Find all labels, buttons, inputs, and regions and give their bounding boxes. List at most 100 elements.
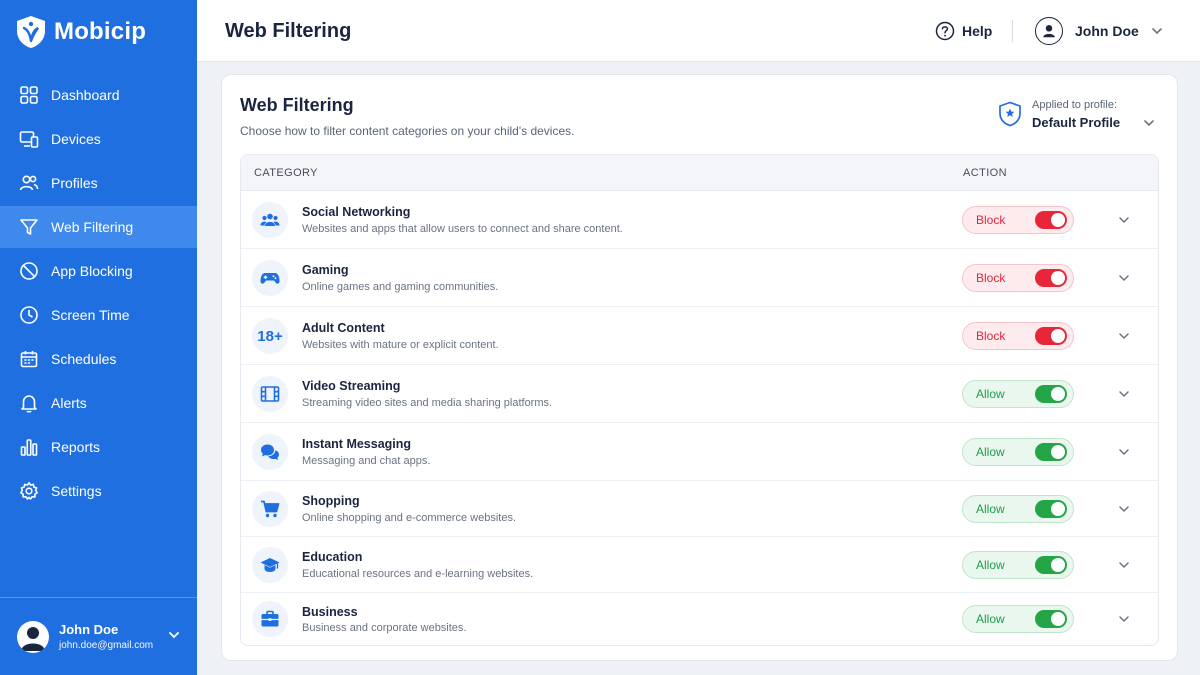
help-label: Help — [962, 23, 993, 39]
category-name: Education — [302, 550, 363, 564]
action-label: Allow — [976, 612, 1005, 626]
expand-chevron-icon[interactable] — [1117, 213, 1131, 227]
profile-caption: Applied to profile: — [1032, 99, 1117, 111]
category-description: Streaming video sites and media sharing … — [302, 397, 553, 409]
expand-chevron-icon[interactable] — [1117, 558, 1131, 572]
sidebar-item-devices[interactable]: Devices — [0, 118, 197, 160]
devices-icon — [19, 131, 39, 148]
sidebar-item-label: App Blocking — [51, 263, 133, 279]
sidebar-item-label: Profiles — [51, 175, 98, 191]
profile-selector[interactable]: Applied to profile: Default Profile — [998, 97, 1160, 133]
age-18-icon-text: 18+ — [257, 327, 283, 345]
card-subtitle: Choose how to filter content categories … — [240, 124, 575, 138]
toggle-switch — [1035, 211, 1067, 229]
action-toggle[interactable]: Allow — [962, 551, 1074, 579]
action-toggle[interactable]: Allow — [962, 495, 1074, 523]
table-row: Instant Messaging Messaging and chat app… — [241, 423, 1158, 481]
category-name: Adult Content — [302, 321, 385, 335]
category-icon — [252, 434, 288, 470]
table-row: Shopping Online shopping and e-commerce … — [241, 481, 1158, 537]
sidebar-item-schedules[interactable]: Schedules — [0, 338, 197, 380]
category-description: Websites and apps that allow users to co… — [302, 223, 623, 235]
toggle-switch — [1035, 556, 1067, 574]
expand-chevron-icon[interactable] — [1117, 612, 1131, 626]
action-toggle[interactable]: Block — [962, 322, 1074, 350]
chevron-down-icon[interactable] — [167, 628, 181, 642]
sidebar-item-label: Devices — [51, 131, 101, 147]
toggle-switch — [1035, 327, 1067, 345]
category-table: CATEGORY ACTION Social Networking Websit… — [240, 154, 1159, 646]
user-avatar-icon — [21, 626, 45, 651]
action-toggle[interactable]: Block — [962, 206, 1074, 234]
action-toggle[interactable]: Allow — [962, 438, 1074, 466]
action-label: Block — [976, 213, 1006, 227]
sidebar-item-settings[interactable]: Settings — [0, 470, 197, 512]
expand-chevron-icon[interactable] — [1117, 502, 1131, 516]
action-label: Allow — [976, 445, 1005, 459]
shield-logo-icon — [17, 16, 45, 48]
category-name: Gaming — [302, 263, 349, 277]
bar-chart-icon — [20, 439, 38, 456]
expand-chevron-icon[interactable] — [1117, 271, 1131, 285]
dashboard-icon — [20, 86, 38, 104]
user-name: John Doe — [1075, 23, 1139, 39]
category-name: Social Networking — [302, 205, 411, 219]
action-toggle[interactable]: Block — [962, 264, 1074, 292]
bell-icon — [21, 395, 37, 413]
sidebar-item-label: Settings — [51, 483, 102, 499]
profiles-icon — [19, 175, 39, 191]
action-label: Block — [976, 271, 1006, 285]
sidebar-item-label: Screen Time — [51, 307, 130, 323]
sidebar-item-alerts[interactable]: Alerts — [0, 382, 197, 424]
briefcase-icon — [261, 610, 279, 627]
table-row: Social Networking Websites and apps that… — [241, 191, 1158, 249]
category-name: Instant Messaging — [302, 437, 412, 451]
action-toggle[interactable]: Allow — [962, 605, 1074, 633]
chevron-down-icon — [1151, 28, 1162, 35]
category-description: Websites with mature or explicit content… — [302, 339, 499, 351]
sidebar-item-dashboard[interactable]: Dashboard — [0, 74, 197, 116]
sidebar-item-label: Dashboard — [51, 87, 120, 103]
brand-name: Mobicip — [54, 18, 147, 45]
age-18-icon: 18+ — [252, 318, 288, 354]
sidebar-item-reports[interactable]: Reports — [0, 426, 197, 468]
expand-chevron-icon[interactable] — [1117, 329, 1131, 343]
divider — [1012, 20, 1013, 42]
toggle-switch — [1035, 500, 1067, 518]
profile-value: Default Profile — [1032, 115, 1121, 130]
page-title: Web Filtering — [225, 20, 352, 42]
sidebar-item-label: Schedules — [51, 351, 117, 367]
help-icon — [935, 21, 955, 41]
category-icon — [252, 491, 288, 527]
category-icon — [252, 202, 288, 238]
sidebar-item-app-blocking[interactable]: App Blocking — [0, 250, 197, 292]
user-avatar-icon — [1043, 25, 1055, 38]
user-menu[interactable]: John Doe — [1035, 17, 1164, 45]
brand-logo[interactable]: Mobicip — [15, 14, 146, 50]
toggle-switch — [1035, 443, 1067, 461]
category-icon — [252, 547, 288, 583]
block-icon — [20, 262, 38, 280]
sidebar-user-name: John Doe — [59, 622, 119, 637]
help-button[interactable]: Help — [935, 21, 992, 41]
clock-icon — [20, 306, 38, 324]
chevron-down-icon — [1144, 120, 1154, 127]
sidebar-item-web-filtering[interactable]: Web Filtering — [0, 206, 197, 248]
table-row: Education Educational resources and e-le… — [241, 537, 1158, 593]
filter-icon — [20, 219, 38, 235]
action-label: Allow — [976, 558, 1005, 572]
table-row: Gaming Online games and gaming communiti… — [241, 249, 1158, 307]
sidebar: Mobicip Dashboard Devices Profiles Web F… — [0, 0, 197, 675]
expand-chevron-icon[interactable] — [1117, 445, 1131, 459]
gear-icon — [20, 482, 38, 500]
avatar — [1035, 17, 1063, 45]
film-icon — [260, 386, 280, 402]
expand-chevron-icon[interactable] — [1117, 387, 1131, 401]
toggle-switch — [1035, 385, 1067, 403]
sidebar-user-menu[interactable]: John Doe john.doe@gmail.com — [0, 597, 197, 675]
sidebar-item-profiles[interactable]: Profiles — [0, 162, 197, 204]
sidebar-item-screen-time[interactable]: Screen Time — [0, 294, 197, 336]
action-toggle[interactable]: Allow — [962, 380, 1074, 408]
action-label: Allow — [976, 502, 1005, 516]
shield-icon — [999, 101, 1021, 127]
